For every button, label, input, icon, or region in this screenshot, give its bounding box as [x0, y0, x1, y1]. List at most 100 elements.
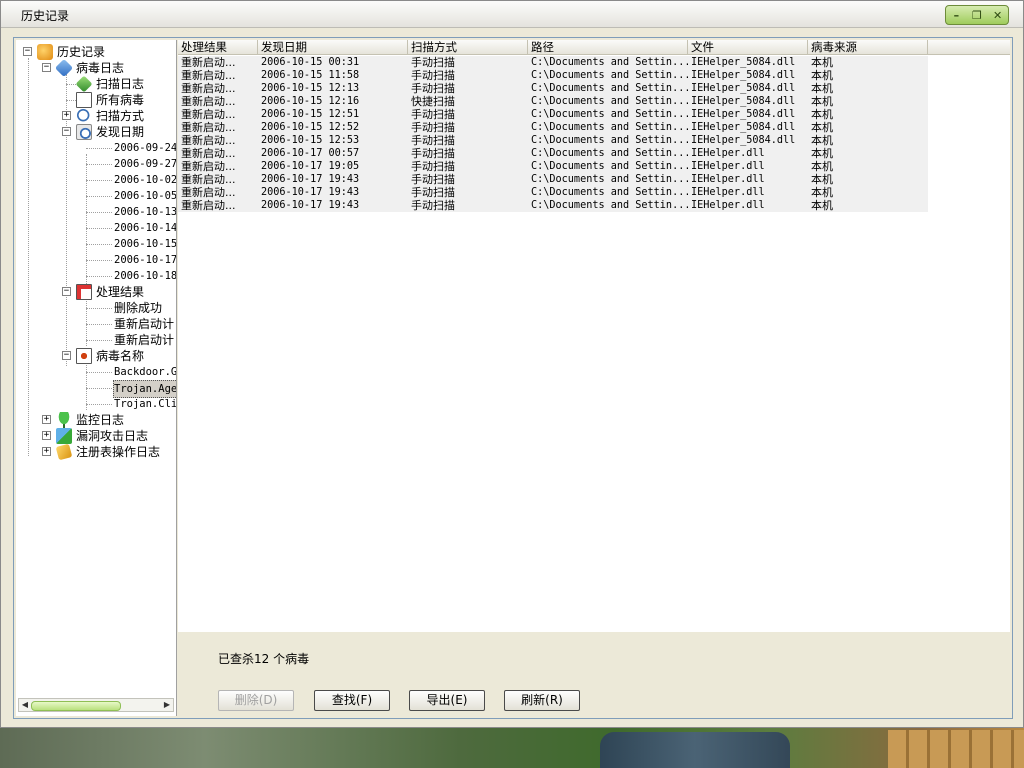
tree-node-date[interactable]: 2006-10-05: [16, 188, 176, 204]
refresh-button[interactable]: 刷新(R): [504, 690, 580, 711]
tree-node-date[interactable]: 2006-10-18: [16, 268, 176, 284]
column-header-result[interactable]: 处理结果: [178, 40, 258, 54]
cell-path: C:\Documents and Settin...: [531, 161, 688, 172]
tree-node-registry-log[interactable]: + 注册表操作日志: [16, 443, 176, 461]
virus-log-icon: [54, 58, 74, 78]
cell-scan-method: 手动扫描: [411, 56, 455, 69]
column-header-file[interactable]: 文件: [688, 40, 808, 54]
table-row[interactable]: 重新启动... 2006-10-17 19:43 手动扫描 C:\Documents …: [178, 199, 928, 212]
cell-result: 重新启动...: [181, 69, 236, 82]
collapse-toggle[interactable]: −: [42, 63, 51, 72]
tree-node-all-viruses[interactable]: 所有病毒: [16, 92, 176, 108]
scroll-right-arrow-icon[interactable]: ▶: [162, 700, 172, 710]
table-row[interactable]: 重新启动... 2006-10-15 12:53 手动扫描 C:\Documents …: [178, 134, 928, 147]
delete-button[interactable]: 删除(D): [218, 690, 294, 711]
export-button[interactable]: 导出(E): [409, 690, 485, 711]
table-row[interactable]: 重新启动... 2006-10-15 12:16 快捷扫描 C:\Documents …: [178, 95, 928, 108]
tree-line: [66, 100, 76, 102]
cell-file: IEHelper.dll: [691, 161, 765, 172]
minimize-button[interactable]: –: [948, 8, 964, 22]
cell-file: IEHelper.dll: [691, 174, 765, 185]
cell-date: 2006-10-15 00:31: [261, 57, 360, 68]
tree-node-date[interactable]: 2006-10-13: [16, 204, 176, 220]
column-header-path[interactable]: 路径: [528, 40, 688, 54]
find-button[interactable]: 查找(F): [314, 690, 390, 711]
collapse-toggle[interactable]: −: [62, 351, 71, 360]
tree-node-date[interactable]: 2006-09-27: [16, 156, 176, 172]
tree-label: 扫描方式: [96, 109, 145, 123]
tree-label: 重新启动计: [114, 317, 175, 331]
expand-toggle[interactable]: +: [42, 415, 51, 424]
title-bar[interactable]: 历史记录 – ❐ ✕: [1, 1, 1023, 28]
tree-label: 扫描日志: [96, 77, 145, 91]
collapse-toggle[interactable]: −: [62, 127, 71, 136]
cell-date: 2006-10-15 11:58: [261, 70, 360, 81]
cell-date: 2006-10-15 12:52: [261, 122, 360, 133]
tree-label: 2006-10-13: [114, 206, 177, 218]
tree-node-date[interactable]: 2006-10-15: [16, 236, 176, 252]
cell-result: 重新启动...: [181, 199, 236, 212]
table-row[interactable]: 重新启动... 2006-10-15 12:51 手动扫描 C:\Documents …: [178, 108, 928, 121]
column-header-scan-method[interactable]: 扫描方式: [408, 40, 528, 54]
table-row[interactable]: 重新启动... 2006-10-15 12:13 手动扫描 C:\Documents …: [178, 82, 928, 95]
table-row[interactable]: 重新启动... 2006-10-15 11:58 手动扫描 C:\Documents …: [178, 69, 928, 82]
tree-node-scan-log[interactable]: 扫描日志: [16, 75, 176, 93]
result-icon: [76, 284, 92, 300]
cell-result: 重新启动...: [181, 147, 236, 160]
tree-node-date[interactable]: 2006-10-17: [16, 252, 176, 268]
cell-scan-method: 手动扫描: [411, 82, 455, 95]
scroll-thumb[interactable]: [31, 701, 121, 711]
cell-source: 本机: [811, 95, 833, 108]
registry-icon: [55, 443, 73, 461]
status-panel: 已查杀12 个病毒 删除(D) 查找(F) 导出(E) 刷新(R): [178, 634, 1010, 716]
tree-node-found-date[interactable]: − 发现日期: [16, 124, 176, 140]
cell-source: 本机: [811, 121, 833, 134]
table-row[interactable]: 重新启动... 2006-10-17 00:57 手动扫描 C:\Documents …: [178, 147, 928, 160]
table-row[interactable]: 重新启动... 2006-10-17 19:43 手动扫描 C:\Documents …: [178, 173, 928, 186]
collapse-toggle[interactable]: −: [23, 47, 32, 56]
collapse-toggle[interactable]: −: [62, 287, 71, 296]
cell-scan-method: 手动扫描: [411, 160, 455, 173]
tree-node-result[interactable]: 重新启动计: [16, 332, 176, 348]
tree-node-date[interactable]: 2006-10-14: [16, 220, 176, 236]
tree-node-virus-name[interactable]: − 病毒名称: [16, 348, 176, 364]
tree-node-monitor-log[interactable]: + 监控日志: [16, 412, 176, 428]
cell-path: C:\Documents and Settin...: [531, 174, 688, 185]
tree-node-result[interactable]: 重新启动计: [16, 316, 176, 332]
expand-toggle[interactable]: +: [62, 111, 71, 120]
cell-path: C:\Documents and Settin...: [531, 148, 688, 159]
table-row[interactable]: 重新启动... 2006-10-15 12:52 手动扫描 C:\Documents …: [178, 121, 928, 134]
tree-node-date[interactable]: 2006-09-24: [16, 140, 176, 156]
table-row[interactable]: 重新启动... 2006-10-17 19:43 手动扫描 C:\Documents …: [178, 186, 928, 199]
cell-scan-method: 手动扫描: [411, 186, 455, 199]
column-header-date[interactable]: 发现日期: [258, 40, 408, 54]
tree-label: 2006-10-17: [114, 254, 177, 266]
restore-button[interactable]: ❐: [969, 8, 985, 22]
tree-node-process-result[interactable]: − 处理结果: [16, 284, 176, 300]
table-row[interactable]: 重新启动... 2006-10-17 19:05 手动扫描 C:\Documents …: [178, 160, 928, 173]
tree-label: 所有病毒: [96, 93, 145, 107]
table-row[interactable]: 重新启动... 2006-10-15 00:31 手动扫描 C:\Documents …: [178, 56, 928, 69]
tree-label: 2006-10-05: [114, 190, 177, 202]
close-button[interactable]: ✕: [990, 8, 1006, 22]
tree-node-date[interactable]: 2006-10-02: [16, 172, 176, 188]
cell-scan-method: 快捷扫描: [411, 95, 455, 108]
tree-node-result[interactable]: 删除成功: [16, 300, 176, 316]
column-header-source[interactable]: 病毒来源: [808, 40, 928, 54]
expand-toggle[interactable]: +: [42, 431, 51, 440]
tree-node-virus[interactable]: Backdoor.G: [16, 364, 176, 380]
tree-node-scan-method[interactable]: + 扫描方式: [16, 108, 176, 124]
tree-node-root[interactable]: − 历史记录: [16, 44, 176, 60]
umbrella-icon: [56, 412, 72, 428]
tree-node-virus-selected[interactable]: Trojan.Age: [16, 380, 176, 398]
tree-node-exploit-log[interactable]: + 漏洞攻击日志: [16, 428, 176, 444]
tree-node-virus[interactable]: Trojan.Cli: [16, 396, 176, 412]
tree-horizontal-scrollbar[interactable]: ◀ ▶: [18, 698, 174, 712]
window-title: 历史记录: [21, 9, 70, 23]
cell-date: 2006-10-15 12:53: [261, 135, 360, 146]
tree-node-virus-log[interactable]: − 病毒日志: [16, 58, 176, 78]
scroll-left-arrow-icon[interactable]: ◀: [20, 700, 30, 710]
cell-file: IEHelper_5084.dll: [691, 122, 796, 133]
expand-toggle[interactable]: +: [42, 447, 51, 456]
window-controls: – ❐ ✕: [945, 5, 1009, 25]
